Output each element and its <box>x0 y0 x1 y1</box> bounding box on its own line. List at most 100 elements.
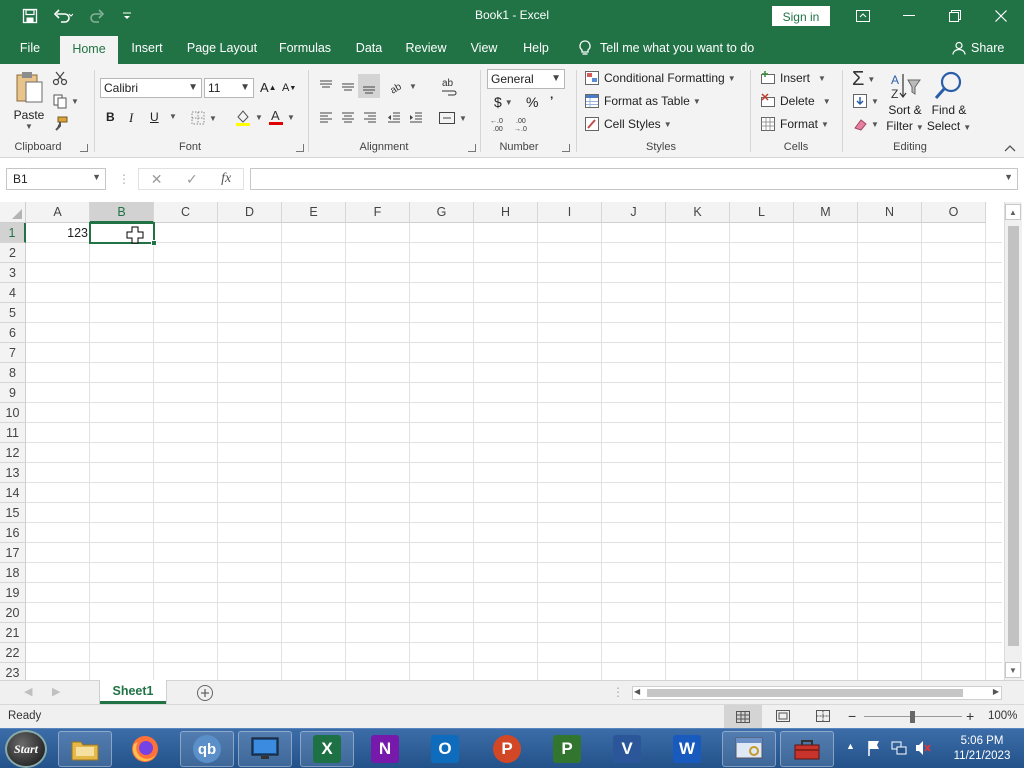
tab-split-grip-icon[interactable]: ⋮ <box>612 685 624 699</box>
decrease-font-size-icon[interactable]: A ▼ <box>282 82 296 94</box>
page-layout-view-icon[interactable] <box>776 710 790 725</box>
number-dialog-launcher[interactable] <box>562 144 570 152</box>
tab-home[interactable]: Home <box>60 36 118 64</box>
cell-area[interactable] <box>26 223 1002 680</box>
column-header-b[interactable]: B <box>90 202 154 223</box>
insert-function-icon[interactable]: fx <box>221 171 231 187</box>
increase-indent-icon[interactable] <box>408 110 424 126</box>
taskbar-visio[interactable]: V <box>600 731 654 767</box>
volume-muted-icon[interactable] <box>914 739 932 760</box>
sign-in-button[interactable]: Sign in <box>772 6 830 26</box>
row-header-22[interactable]: 22 <box>0 643 26 663</box>
alignment-dialog-launcher[interactable] <box>468 144 476 152</box>
share-button[interactable]: Share <box>952 32 1004 64</box>
worksheet-grid[interactable]: ABCDEFGHIJKLMNO 1 2 3 4 5 6 7 8 9 10 11 12 13 14 15 16 1… <box>0 202 1024 680</box>
tab-formulas[interactable]: Formulas <box>274 32 336 64</box>
formula-input[interactable]: ▼ <box>250 168 1018 190</box>
taskbar-file-explorer[interactable] <box>58 731 112 767</box>
sheet-tab-sheet1[interactable]: Sheet1 <box>100 680 166 704</box>
underline-button[interactable]: U <box>150 110 159 124</box>
redo-icon[interactable] <box>84 0 114 32</box>
undo-icon[interactable] <box>48 0 78 32</box>
taskbar-onenote[interactable]: N <box>358 731 412 767</box>
page-break-view-icon[interactable] <box>816 710 830 725</box>
tab-file[interactable]: File <box>8 32 52 64</box>
normal-view-icon[interactable] <box>724 705 762 729</box>
fill-handle[interactable] <box>151 240 157 246</box>
percent-button[interactable]: % <box>526 94 538 110</box>
zoom-level[interactable]: 100% <box>988 710 1017 722</box>
column-header-g[interactable]: G <box>410 202 474 223</box>
bottom-align-icon[interactable] <box>358 74 380 98</box>
comma-style-button[interactable]: ’ <box>550 94 553 108</box>
increase-decimal-icon[interactable]: ←.0.00 <box>490 116 510 132</box>
row-header-2[interactable]: 2 <box>0 243 26 263</box>
formula-bar-grip-icon[interactable]: ⋮ <box>118 172 130 186</box>
active-cell-b1[interactable] <box>89 222 155 244</box>
paste-button[interactable]: Paste ▼ <box>12 70 46 134</box>
horizontal-scroll-thumb[interactable] <box>647 689 963 697</box>
row-header-16[interactable]: 16 <box>0 523 26 543</box>
column-header-h[interactable]: H <box>474 202 538 223</box>
decrease-indent-icon[interactable] <box>386 110 402 126</box>
select-all-corner[interactable] <box>0 202 26 223</box>
clipboard-dialog-launcher[interactable] <box>80 144 88 152</box>
vertical-scroll-thumb[interactable] <box>1008 226 1019 646</box>
column-header-a[interactable]: A <box>26 202 90 223</box>
row-header-21[interactable]: 21 <box>0 623 26 643</box>
taskbar-toolbox[interactable] <box>780 731 834 767</box>
row-header-20[interactable]: 20 <box>0 603 26 623</box>
row-header-6[interactable]: 6 <box>0 323 26 343</box>
tab-view[interactable]: View <box>462 32 506 64</box>
zoom-out-button[interactable]: − <box>848 708 856 724</box>
scroll-up-icon[interactable]: ▲ <box>1005 204 1021 220</box>
horizontal-scrollbar[interactable]: ◀ ▶ <box>632 686 1002 700</box>
format-painter-icon[interactable] <box>52 116 68 132</box>
fill-color-icon[interactable]: ▼ <box>234 108 263 126</box>
taskbar-quickbooks[interactable]: qb <box>180 731 234 767</box>
collapse-ribbon-icon[interactable] <box>1004 144 1016 152</box>
confirm-entry-icon[interactable]: ✓ <box>186 171 198 188</box>
tell-me-search[interactable]: Tell me what you want to do <box>578 32 754 64</box>
tab-help[interactable]: Help <box>516 32 556 64</box>
row-header-4[interactable]: 4 <box>0 283 26 303</box>
font-dialog-launcher[interactable] <box>296 144 304 152</box>
sort-filter-button[interactable]: AZ Sort & Filter ▼ <box>886 70 924 136</box>
column-header-j[interactable]: J <box>602 202 666 223</box>
restore-icon[interactable] <box>932 0 978 32</box>
zoom-slider-thumb[interactable] <box>910 711 915 723</box>
delete-cells-button[interactable]: Delete ▼ <box>760 93 831 109</box>
next-sheet-icon[interactable]: ▶ <box>52 685 60 698</box>
save-icon[interactable] <box>16 0 44 32</box>
vertical-scrollbar[interactable]: ▲ ▼ <box>1004 202 1022 680</box>
cell-a1[interactable]: 123 <box>26 223 90 243</box>
row-header-19[interactable]: 19 <box>0 583 26 603</box>
customize-quick-access-icon[interactable] <box>118 0 136 32</box>
top-align-icon[interactable] <box>318 78 334 94</box>
font-name-dropdown[interactable]: Calibri ▼ <box>100 78 202 98</box>
row-header-7[interactable]: 7 <box>0 343 26 363</box>
wrap-text-icon[interactable]: ab <box>440 76 458 98</box>
expand-formula-bar-icon[interactable]: ▼ <box>1004 172 1013 182</box>
taskbar-excel[interactable]: X <box>300 731 354 767</box>
flag-icon[interactable] <box>866 739 882 760</box>
cell-styles-button[interactable]: Cell Styles ▼ <box>584 116 672 132</box>
format-as-table-button[interactable]: Format as Table ▼ <box>584 93 701 109</box>
merge-center-icon[interactable]: ▼ <box>438 110 467 126</box>
column-header-i[interactable]: I <box>538 202 602 223</box>
ribbon-display-options-icon[interactable] <box>840 0 886 32</box>
column-header-m[interactable]: M <box>794 202 858 223</box>
column-header-o[interactable]: O <box>922 202 986 223</box>
column-header-k[interactable]: K <box>666 202 730 223</box>
bold-button[interactable]: B <box>106 110 115 124</box>
name-box[interactable]: B1 ▼ <box>6 168 106 190</box>
currency-button[interactable]: $ ▼ <box>494 94 513 110</box>
align-right-icon[interactable] <box>362 110 378 126</box>
tab-page-layout[interactable]: Page Layout <box>180 32 264 64</box>
increase-font-size-icon[interactable]: A ▲ <box>260 80 277 95</box>
underline-dropdown-icon[interactable]: ▼ <box>166 112 177 121</box>
number-format-dropdown[interactable]: General ▼ <box>487 69 565 89</box>
row-header-3[interactable]: 3 <box>0 263 26 283</box>
taskbar-outlook[interactable]: O <box>418 731 472 767</box>
taskbar-powerpoint[interactable]: P <box>480 731 534 767</box>
